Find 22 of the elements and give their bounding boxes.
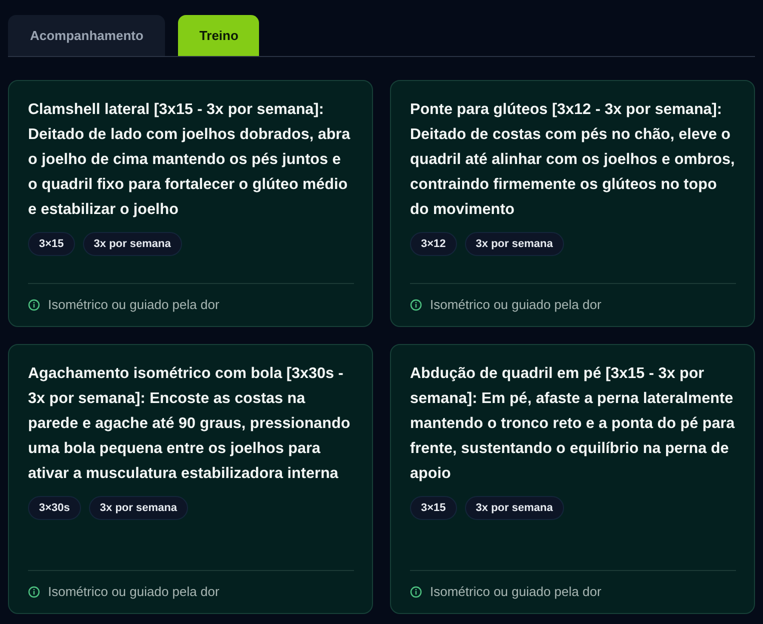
- tag: 3x por semana: [464, 496, 564, 520]
- info-icon: [28, 586, 40, 598]
- tab[interactable]: Acompanhamento: [8, 15, 166, 56]
- tag: 3×30s: [28, 496, 81, 520]
- exercise-note: Isométrico ou guiado pela dor: [48, 297, 220, 312]
- tab[interactable]: Treino: [178, 15, 260, 56]
- exercise-description: Abdução de quadril em pé [3x15 - 3x por semana]: Em pé, afaste a perna lateralmente mantendo o tronco reto e a ponta do pé para frente, sustentando o equilíbrio na perna de apoio: [410, 364, 736, 484]
- exercise-description: Clamshell lateral [3x15 - 3x por semana]: Deitado de lado com joelhos dobrados, abra o joelho de cima mantendo os pés juntos e o quadril fixo para fortalecer o glúteo médio e estabilizar o joelho: [28, 100, 352, 220]
- tag: 3×12: [410, 232, 457, 256]
- info-icon: [410, 298, 422, 310]
- tag: 3x por semana: [464, 232, 564, 256]
- tag: 3×15: [410, 496, 457, 520]
- info-icon: [410, 586, 422, 598]
- info-icon: [28, 298, 40, 310]
- exercise-note: Isométrico ou guiado pela dor: [430, 297, 602, 312]
- exercise-note: Isométrico ou guiado pela dor: [48, 584, 220, 599]
- exercise-description: Agachamento isométrico com bola [3x30s - 3x por semana]: Encoste as costas na parede e agache até 90 graus, pressionando uma bola pequena entre os joelhos para ativar a musculatura estabilizadora interna: [28, 364, 352, 484]
- tag: 3x por semana: [88, 496, 188, 520]
- exercise-description: Ponte para glúteos [3x12 - 3x por semana]: Deitado de costas com pés no chão, eleve o quadril até alinhar com os joelhos e ombros, contraindo firmemente os glúteos no topo do movimento: [410, 100, 736, 220]
- tag: 3×15: [28, 232, 75, 256]
- exercise-note: Isométrico ou guiado pela dor: [430, 584, 602, 599]
- tag: 3x por semana: [82, 232, 182, 256]
